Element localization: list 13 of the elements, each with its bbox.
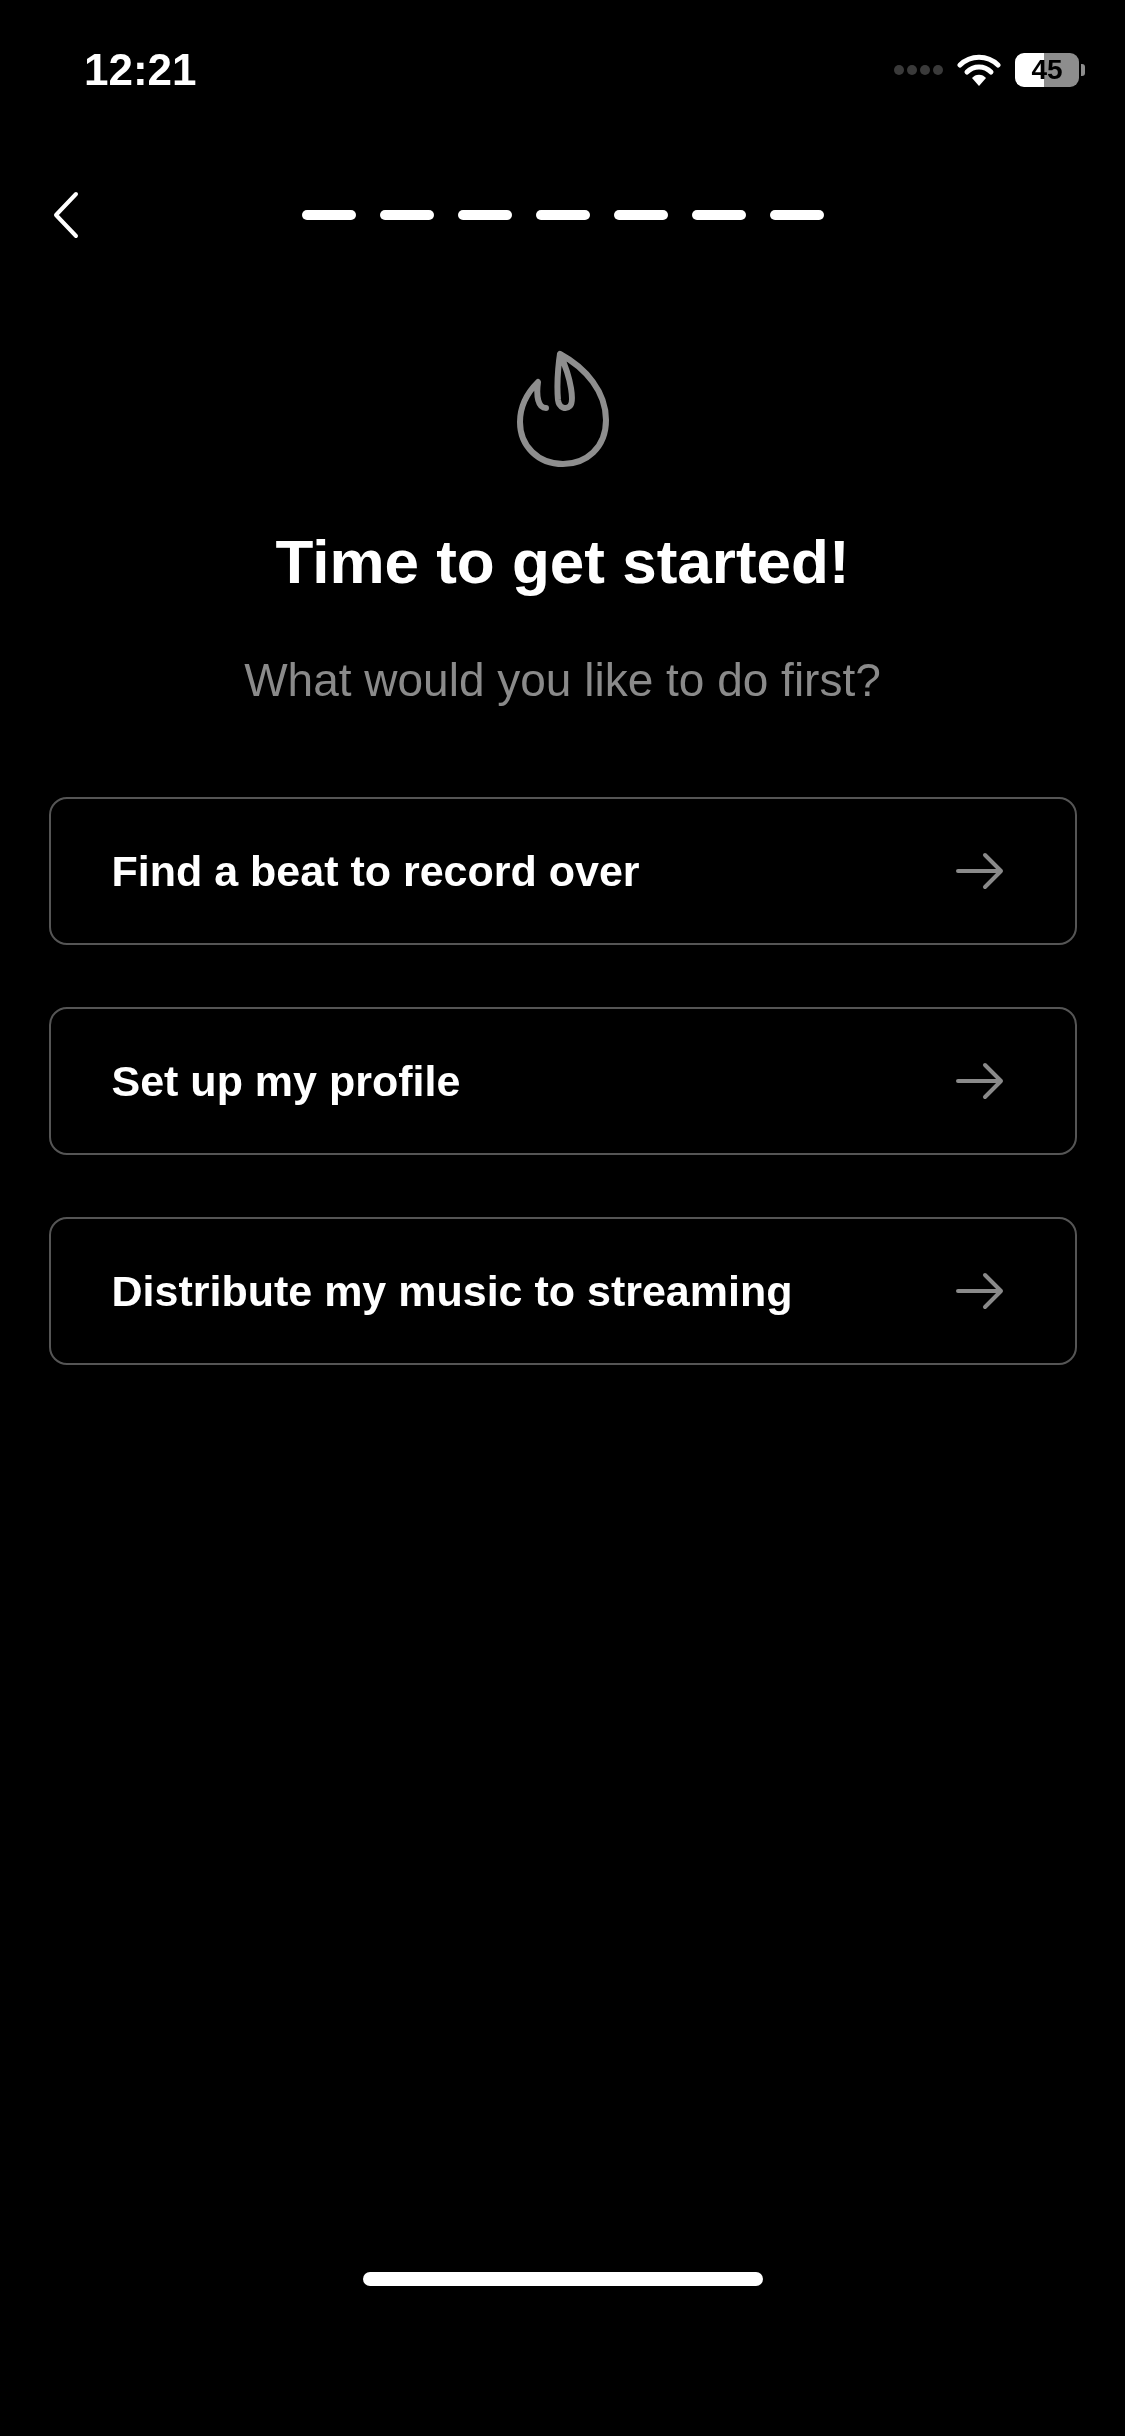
flame-icon (515, 350, 610, 468)
title: Time to get started! (275, 526, 850, 597)
subtitle: What would you like to do first? (244, 653, 881, 707)
signal-icon (893, 63, 943, 77)
arrow-right-icon (954, 1062, 1005, 1100)
arrow-right-icon (954, 1272, 1005, 1310)
arrow-right-icon (954, 852, 1005, 890)
option-button[interactable]: Set up my profile (48, 1007, 1077, 1155)
wifi-icon (957, 53, 1001, 87)
option-button[interactable]: Distribute my music to streaming (48, 1217, 1077, 1365)
back-icon[interactable] (52, 191, 80, 239)
option-button[interactable]: Find a beat to record over (48, 797, 1077, 945)
status-time: 12:21 (84, 45, 197, 95)
